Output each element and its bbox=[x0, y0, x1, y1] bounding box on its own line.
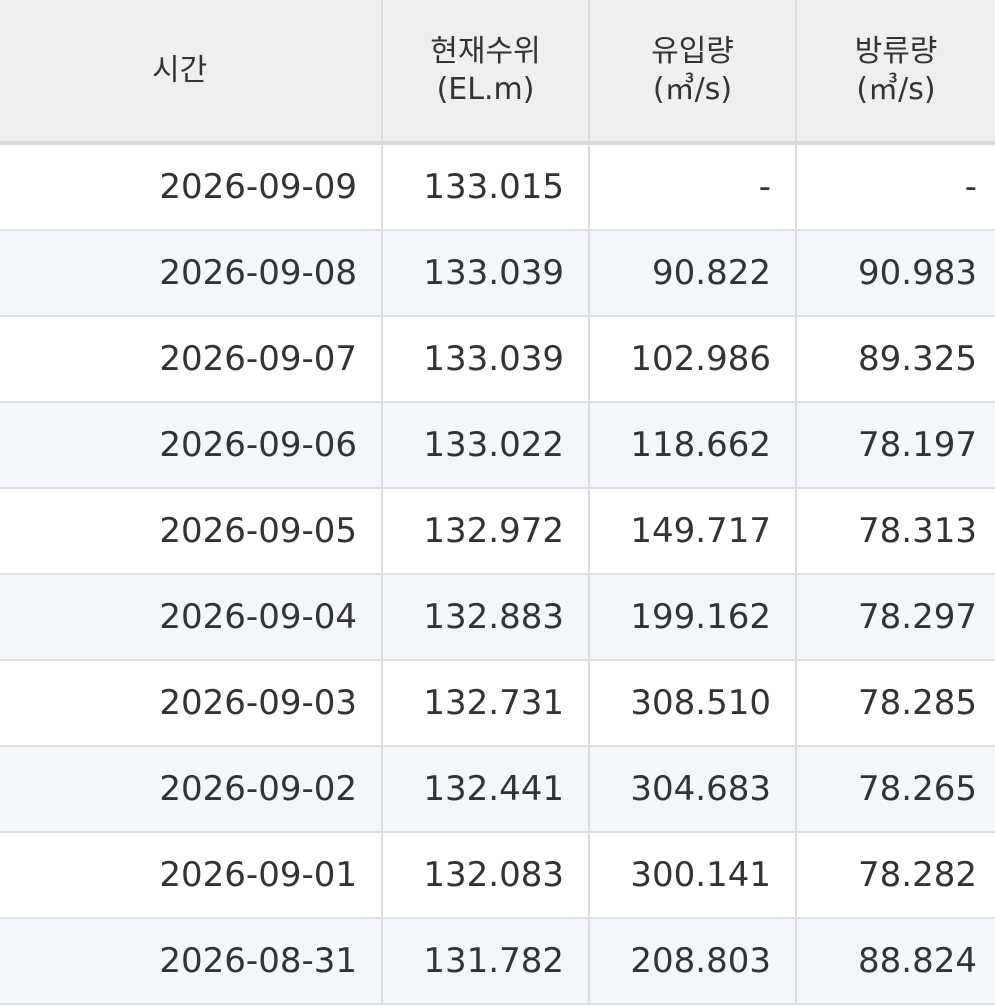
table-row: 2026-09-05 132.972 149.717 78.313 bbox=[0, 489, 995, 575]
header-outflow-unit: (㎥/s) bbox=[856, 71, 936, 107]
cell-time: 2026-09-03 bbox=[0, 661, 383, 745]
cell-water-level: 132.083 bbox=[383, 833, 590, 917]
table-row: 2026-09-04 132.883 199.162 78.297 bbox=[0, 575, 995, 661]
header-inflow: 유입량 (㎥/s) bbox=[590, 0, 797, 141]
header-water-level-label: 현재수위 bbox=[430, 34, 541, 69]
header-inflow-label: 유입량 bbox=[651, 34, 734, 69]
header-outflow-label: 방류량 bbox=[854, 34, 938, 69]
cell-time: 2026-09-04 bbox=[0, 575, 383, 659]
cell-outflow: 78.265 bbox=[858, 769, 977, 809]
cell-time: 2026-08-31 bbox=[0, 919, 383, 1003]
cell-time: 2026-09-06 bbox=[0, 403, 383, 487]
cell-outflow: 78.285 bbox=[858, 683, 977, 723]
table-row: 2026-09-07 133.039 102.986 89.325 bbox=[0, 317, 995, 403]
table-row: 2026-09-06 133.022 118.662 78.197 bbox=[0, 403, 995, 489]
cell-water-level: 133.022 bbox=[383, 403, 590, 487]
cell-inflow: 304.683 bbox=[590, 747, 797, 831]
cell-outflow: - bbox=[964, 167, 977, 207]
cell-outflow: 78.282 bbox=[858, 855, 977, 895]
header-water-level-unit: (EL.m) bbox=[436, 71, 535, 107]
cell-water-level: 133.039 bbox=[383, 317, 590, 401]
cell-water-level: 133.039 bbox=[383, 231, 590, 315]
cell-water-level: 131.782 bbox=[383, 919, 590, 1003]
header-time: 시간 bbox=[0, 0, 383, 141]
cell-outflow: 78.197 bbox=[858, 425, 977, 465]
cell-time: 2026-09-09 bbox=[0, 145, 383, 229]
table-row: 2026-09-03 132.731 308.510 78.285 bbox=[0, 661, 995, 747]
water-level-table: 시간 현재수위 (EL.m) 유입량 (㎥/s) 방류량 (㎥/s) 2026-… bbox=[0, 0, 995, 1005]
cell-inflow: 90.822 bbox=[590, 231, 797, 315]
cell-water-level: 132.883 bbox=[383, 575, 590, 659]
cell-inflow: 300.141 bbox=[590, 833, 797, 917]
cell-time: 2026-09-07 bbox=[0, 317, 383, 401]
header-time-label: 시간 bbox=[152, 52, 208, 88]
cell-inflow: 208.803 bbox=[590, 919, 797, 1003]
cell-time: 2026-09-01 bbox=[0, 833, 383, 917]
cell-water-level: 132.972 bbox=[383, 489, 590, 573]
cell-inflow: 102.986 bbox=[590, 317, 797, 401]
table-row: 2026-09-08 133.039 90.822 90.983 bbox=[0, 231, 995, 317]
table-body: 2026-09-09 133.015 - - 2026-09-08 133.03… bbox=[0, 145, 995, 1005]
header-water-level: 현재수위 (EL.m) bbox=[383, 0, 590, 141]
cell-inflow: 149.717 bbox=[590, 489, 797, 573]
table-row: 2026-09-09 133.015 - - bbox=[0, 145, 995, 231]
cell-outflow: 89.325 bbox=[858, 339, 977, 379]
cell-inflow: 199.162 bbox=[590, 575, 797, 659]
table-row: 2026-09-02 132.441 304.683 78.265 bbox=[0, 747, 995, 833]
cell-inflow: - bbox=[590, 145, 797, 229]
cell-water-level: 132.731 bbox=[383, 661, 590, 745]
cell-inflow: 308.510 bbox=[590, 661, 797, 745]
header-inflow-unit: (㎥/s) bbox=[652, 71, 733, 107]
table-row: 2026-09-01 132.083 300.141 78.282 bbox=[0, 833, 995, 919]
cell-outflow: 90.983 bbox=[858, 253, 977, 293]
table-row: 2026-08-31 131.782 208.803 88.824 bbox=[0, 919, 995, 1005]
cell-time: 2026-09-05 bbox=[0, 489, 383, 573]
cell-outflow: 78.297 bbox=[858, 597, 977, 637]
cell-water-level: 132.441 bbox=[383, 747, 590, 831]
cell-outflow: 88.824 bbox=[858, 941, 977, 981]
cell-time: 2026-09-02 bbox=[0, 747, 383, 831]
cell-inflow: 118.662 bbox=[590, 403, 797, 487]
table-header: 시간 현재수위 (EL.m) 유입량 (㎥/s) 방류량 (㎥/s) bbox=[0, 0, 995, 145]
cell-time: 2026-09-08 bbox=[0, 231, 383, 315]
cell-outflow: 78.313 bbox=[858, 511, 977, 551]
cell-water-level: 133.015 bbox=[383, 145, 590, 229]
header-outflow: 방류량 (㎥/s) bbox=[797, 0, 995, 141]
